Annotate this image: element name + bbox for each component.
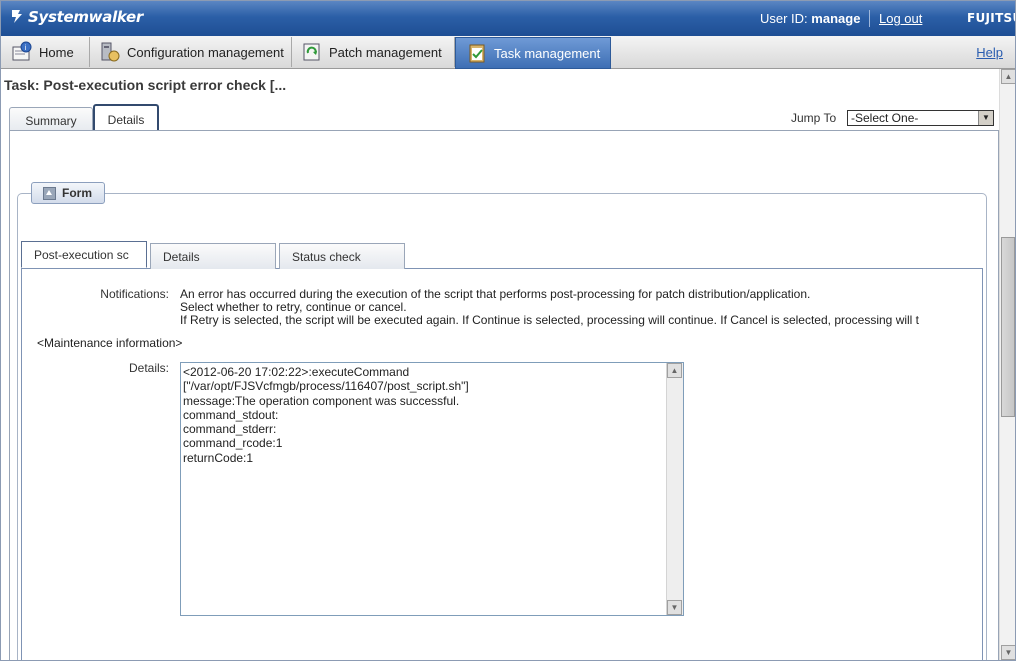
details-label: Details: (128, 361, 169, 375)
jump-to-value: -Select One- (851, 111, 919, 125)
notification-line: An error has occurred during the executi… (180, 287, 811, 301)
nav-tab-home[interactable]: i Home (1, 37, 90, 67)
jump-to-select[interactable]: -Select One- ▼ (847, 110, 994, 126)
nav-tab-configuration[interactable]: Configuration management (89, 37, 292, 67)
nav-tab-label: Home (39, 44, 74, 60)
configuration-icon (101, 42, 120, 62)
jump-to-label: Jump To (791, 111, 837, 125)
app-window: Systemwalker User ID: manage Log out FUJ… (0, 0, 1016, 661)
chevron-down-icon[interactable]: ▼ (978, 111, 993, 125)
page-scrollbar[interactable]: ▲ ▼ (999, 69, 1015, 660)
help-link[interactable]: Help (976, 45, 1003, 60)
maintenance-info-label: <Maintenance information> (37, 336, 183, 350)
main-content: Task: Post-execution script error check … (1, 69, 999, 660)
details-text: <2012-06-20 17:02:22>:executeCommand ["/… (183, 365, 469, 465)
tab-status-check[interactable]: Status check (279, 243, 405, 269)
scroll-down-icon[interactable]: ▼ (1001, 645, 1015, 660)
notification-line: If Retry is selected, the script will be… (180, 313, 920, 327)
brand-logo: Systemwalker (9, 8, 143, 26)
nav-tab-patch[interactable]: Patch management (291, 37, 455, 67)
nav-tab-task[interactable]: Task management (455, 37, 611, 69)
page-title: Task: Post-execution script error check … (4, 77, 287, 93)
scroll-up-icon[interactable]: ▲ (1001, 69, 1015, 84)
scroll-down-icon[interactable]: ▼ (667, 600, 682, 615)
details-textarea[interactable]: <2012-06-20 17:02:22>:executeCommand ["/… (180, 362, 684, 616)
notification-line: Select whether to retry, continue or can… (180, 300, 407, 314)
form-header-label: Form (62, 186, 92, 200)
user-id-value: manage (811, 11, 861, 26)
form-section-header[interactable]: Form (31, 182, 105, 204)
collapse-up-icon[interactable] (43, 186, 56, 200)
nav-tab-label: Configuration management (127, 44, 284, 60)
tab-form-details[interactable]: Details (150, 243, 276, 269)
details-scrollbar[interactable]: ▲ ▼ (666, 363, 683, 615)
user-id: User ID: manage (760, 11, 860, 26)
nav-tab-label: Task management (494, 45, 601, 61)
patch-icon (303, 43, 320, 61)
header-bar: Systemwalker User ID: manage Log out FUJ… (1, 1, 1015, 36)
scroll-up-icon[interactable]: ▲ (667, 363, 682, 378)
home-info-icon: i (12, 41, 32, 61)
notifications-text: An error has occurred during the executi… (180, 287, 980, 327)
main-nav: i Home Configuration management Patch ma… (1, 36, 1015, 69)
header-divider (869, 10, 870, 27)
user-id-label: User ID: (760, 11, 808, 26)
tab-details[interactable]: Details (93, 104, 159, 133)
tab-post-execution[interactable]: Post-execution sc (21, 241, 147, 268)
svg-text:i: i (25, 44, 27, 52)
task-clipboard-icon (469, 44, 485, 63)
logout-link[interactable]: Log out (879, 11, 922, 26)
scrollbar-thumb[interactable] (1001, 237, 1015, 417)
nav-tab-label: Patch management (329, 44, 442, 60)
fujitsu-logo: FUJITSU (967, 11, 1015, 25)
brand-name: Systemwalker (28, 8, 144, 26)
systemwalker-logo-icon (12, 10, 22, 23)
notifications-label: Notifications: (100, 287, 169, 301)
